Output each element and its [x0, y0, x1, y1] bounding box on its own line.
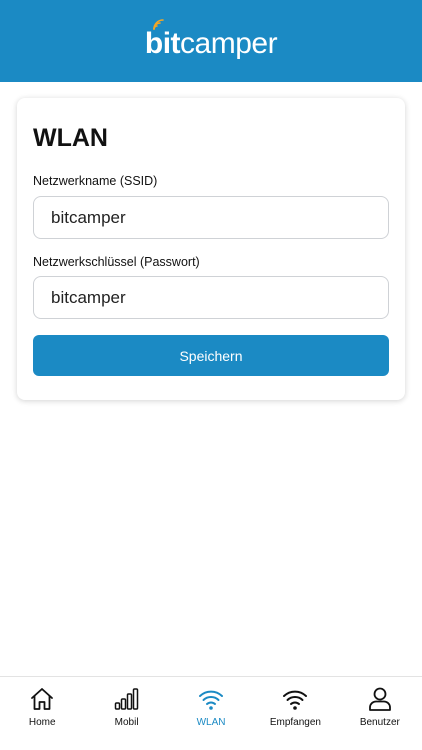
- tab-benutzer-label: Benutzer: [359, 717, 400, 728]
- user-icon: [368, 687, 391, 711]
- home-icon: [31, 688, 54, 710]
- wlan-settings-card: WLAN Netzwerkname (SSID) Netzwerkschlüss…: [17, 98, 405, 400]
- signal-bars-icon: [114, 688, 138, 710]
- bitcamper-logo: bit camper: [144, 19, 278, 60]
- app-header: bit camper: [0, 0, 422, 82]
- password-label: Netzwerkschlüssel (Passwort): [33, 255, 200, 269]
- tab-empfangen-label: Empfangen: [269, 717, 321, 728]
- tab-wlan-label: WLAN: [196, 717, 226, 728]
- wifi-icon: [283, 690, 308, 710]
- tab-home-label: Home: [28, 717, 56, 728]
- signal-waves-icon: [153, 19, 164, 30]
- tab-empfangen[interactable]: Empfangen: [253, 677, 337, 750]
- tab-benutzer[interactable]: Benutzer: [338, 677, 422, 750]
- ssid-label: Netzwerkname (SSID): [33, 174, 158, 188]
- wifi-icon: [199, 690, 224, 710]
- tab-home[interactable]: Home: [0, 677, 84, 750]
- page-title: WLAN: [33, 124, 108, 152]
- logo-text-camper: camper: [180, 27, 278, 60]
- bottom-tab-bar: Home Mobil WLAN Empfangen Benutzer: [0, 676, 422, 750]
- tab-mobil-label: Mobil: [114, 717, 139, 728]
- logo-text-bit: bit: [144, 27, 181, 60]
- tab-wlan[interactable]: WLAN: [169, 677, 253, 750]
- ssid-input[interactable]: [33, 196, 389, 239]
- tab-mobil[interactable]: Mobil: [84, 677, 168, 750]
- password-input[interactable]: [33, 276, 389, 319]
- save-button[interactable]: Speichern: [33, 335, 389, 376]
